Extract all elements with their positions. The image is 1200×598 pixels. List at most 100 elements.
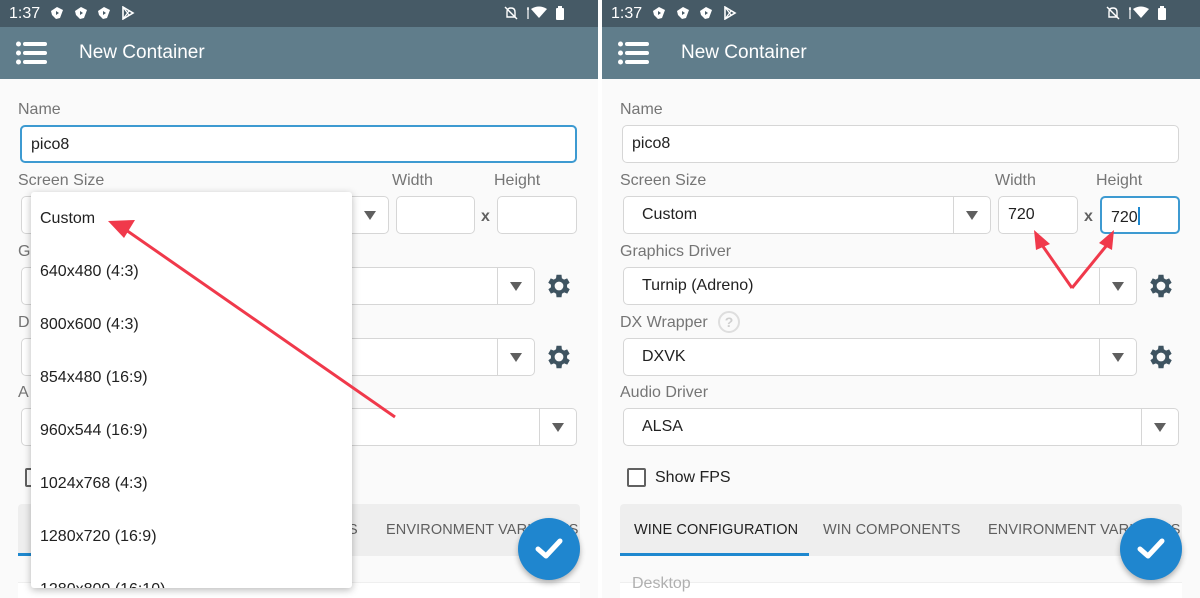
battery-icon <box>1158 6 1166 20</box>
menu-icon[interactable] <box>618 41 649 65</box>
check-icon <box>1137 538 1165 559</box>
name-input[interactable]: pico8 <box>20 125 577 163</box>
dx-wrapper-label: D <box>18 314 30 331</box>
screen-size-label: Screen Size <box>18 172 105 189</box>
show-fps-label: Show FPS <box>655 469 731 486</box>
select-divider <box>1099 339 1100 375</box>
right-screen: 1:37 New Container Name pico8 Screen Siz… <box>602 0 1200 598</box>
graphics-settings-gear-icon[interactable] <box>1146 271 1176 301</box>
dx-wrapper-settings-gear-icon[interactable] <box>1146 342 1176 372</box>
screen-size-select[interactable]: Custom <box>623 196 991 234</box>
dx-wrapper-settings-gear-icon[interactable] <box>544 342 574 372</box>
dropdown-option-640x480[interactable]: 640x480 (4:3) <box>40 263 139 281</box>
app-notification-icon <box>700 7 712 19</box>
select-divider <box>497 268 498 304</box>
graphics-settings-gear-icon[interactable] <box>544 271 574 301</box>
name-input-value: pico8 <box>632 135 671 152</box>
name-input-value: pico8 <box>31 136 70 153</box>
width-input[interactable] <box>396 196 475 234</box>
name-label: Name <box>620 101 663 118</box>
dropdown-option-854x480[interactable]: 854x480 (16:9) <box>40 369 148 387</box>
select-divider <box>1141 409 1142 445</box>
battery-icon <box>556 6 564 20</box>
app-notification-icon <box>98 7 110 19</box>
select-divider <box>1099 268 1100 304</box>
dropdown-option-1280x800[interactable]: 1280x800 (16:10) <box>40 581 165 588</box>
chevron-down-icon <box>364 211 376 220</box>
height-input-value: 720 <box>1111 209 1138 226</box>
menu-icon[interactable] <box>16 41 47 65</box>
width-input[interactable]: 720 <box>998 196 1078 234</box>
name-input[interactable]: pico8 <box>622 125 1179 163</box>
app-notification-icon <box>653 7 665 19</box>
status-time: 1:37 <box>9 5 41 22</box>
tab-content: Desktop <box>620 575 1182 598</box>
status-bar: 1:37 <box>602 0 1200 27</box>
confirm-fab-button[interactable] <box>1120 518 1182 580</box>
app-notification-icon <box>75 7 87 19</box>
dx-wrapper-select[interactable]: DXVK <box>623 338 1137 376</box>
audio-driver-label: A <box>18 384 29 401</box>
system-icons <box>1106 6 1166 20</box>
dx-wrapper-label: DX Wrapper <box>620 314 708 331</box>
height-input[interactable] <box>497 196 577 234</box>
width-label: Width <box>995 172 1036 189</box>
chevron-down-icon <box>510 282 522 291</box>
dx-wrapper-value: DXVK <box>642 348 686 365</box>
dropdown-option-1024x768[interactable]: 1024x768 (4:3) <box>40 475 148 493</box>
active-tab-indicator <box>620 553 809 556</box>
graphics-driver-select[interactable]: Turnip (Adreno) <box>623 267 1137 305</box>
screen-size-dropdown-menu: Custom 640x480 (4:3) 800x600 (4:3) 854x4… <box>31 192 352 588</box>
page-title: New Container <box>79 42 205 63</box>
show-fps-checkbox[interactable] <box>627 468 646 487</box>
left-screen: 1:37 New Container Name pico8 Screen Siz… <box>0 0 598 598</box>
app-notification-icon <box>677 7 689 19</box>
app-bar: New Container <box>602 27 1200 79</box>
select-divider <box>497 339 498 375</box>
chevron-down-icon <box>1154 423 1166 432</box>
wifi-icon <box>1129 6 1149 19</box>
system-icons <box>504 6 564 20</box>
chevron-down-icon <box>1112 353 1124 362</box>
play-store-icon <box>122 6 135 20</box>
desktop-label: Desktop <box>632 575 691 592</box>
height-input[interactable]: 720 <box>1100 196 1180 234</box>
check-icon <box>535 538 563 559</box>
graphics-driver-label: Graphics Driver <box>620 243 732 260</box>
audio-driver-label: Audio Driver <box>620 384 709 401</box>
screen-size-label: Screen Size <box>620 172 707 189</box>
width-label: Width <box>392 172 433 189</box>
dropdown-option-1280x720[interactable]: 1280x720 (16:9) <box>40 528 157 546</box>
width-input-value: 720 <box>1008 206 1035 223</box>
height-label: Height <box>1096 172 1143 189</box>
dropdown-option-custom[interactable]: Custom <box>40 210 95 228</box>
text-cursor <box>1137 207 1140 225</box>
screen-size-value: Custom <box>642 206 698 223</box>
status-time: 1:37 <box>611 5 643 22</box>
dropdown-option-960x544[interactable]: 960x544 (16:9) <box>40 422 148 440</box>
chevron-down-icon <box>552 423 564 432</box>
notifications-muted-icon <box>1106 6 1120 20</box>
confirm-fab-button[interactable] <box>518 518 580 580</box>
audio-driver-value: ALSA <box>642 418 683 435</box>
status-bar: 1:37 <box>0 0 598 27</box>
size-separator: x <box>1084 208 1093 225</box>
tab-bar: WINE CONFIGURATION WIN COMPONENTS ENVIRO… <box>620 504 1182 556</box>
page-title: New Container <box>681 42 807 63</box>
audio-driver-select[interactable]: ALSA <box>623 408 1179 446</box>
graphics-driver-label: G <box>18 243 31 260</box>
chevron-down-icon <box>966 211 978 220</box>
select-divider <box>953 197 954 233</box>
wifi-icon <box>527 6 547 19</box>
tab-wine-configuration[interactable]: WINE CONFIGURATION <box>634 522 798 538</box>
tab-win-components[interactable]: WIN COMPONENTS <box>823 522 961 538</box>
notifications-muted-icon <box>504 6 518 20</box>
name-label: Name <box>18 101 61 118</box>
chevron-down-icon <box>510 353 522 362</box>
play-store-icon <box>724 6 737 20</box>
dropdown-option-800x600[interactable]: 800x600 (4:3) <box>40 316 139 334</box>
help-icon[interactable]: ? <box>718 311 740 333</box>
chevron-down-icon <box>1112 282 1124 291</box>
size-separator: x <box>481 208 490 225</box>
graphics-driver-value: Turnip (Adreno) <box>642 277 754 294</box>
